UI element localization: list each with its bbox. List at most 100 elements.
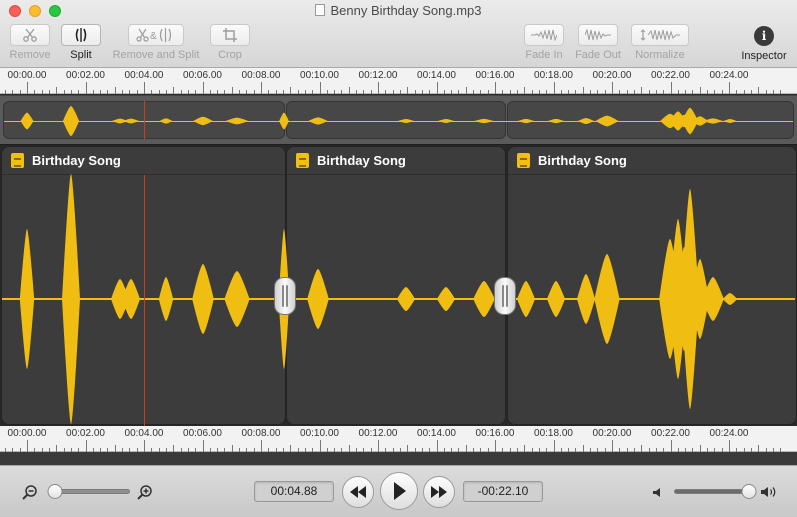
ruler-tick [246,90,247,94]
fade-in-label: Fade In [525,49,563,61]
overview-waveform [4,106,793,136]
normalize-button[interactable]: Normalize [630,24,690,61]
ruler-tick [780,90,781,94]
ruler-tick [583,87,584,94]
ruler-tick [20,90,21,94]
ruler-tick [707,90,708,94]
ruler-tick [371,90,372,94]
fast-forward-button[interactable] [423,476,455,508]
volume-slider-knob[interactable] [741,484,757,499]
waveform-peak [577,274,595,324]
elapsed-time: 00:04.88 [254,481,334,502]
ruler-time-label: 00:18.00 [534,428,573,439]
ruler-tick [100,90,101,94]
ruler-tick [437,440,438,452]
remove-button[interactable]: Remove [8,24,52,61]
ruler-tick [612,82,613,94]
ruler-tick [656,90,657,94]
ruler-tick [320,440,321,452]
ruler-tick [385,90,386,94]
ruler-tick [597,90,598,94]
remove-and-split-label: Remove and Split [112,49,200,61]
ruler-tick [634,90,635,94]
ruler-tick [349,445,350,452]
play-button[interactable] [380,472,418,510]
ruler-tick [363,90,364,94]
fade-out-label: Fade Out [575,49,621,61]
waveform-peak [437,287,455,311]
timeline-ruler-bottom[interactable]: 00:00.00 00:02.00 00:04.00 00:06.00 00:08.00… [0,426,797,452]
ruler-time-label: 00:12.00 [358,70,398,81]
ruler-tick [488,90,489,94]
ruler-tick [203,440,204,452]
ruler-tick [290,445,291,452]
ruler-time-label: 00:22.00 [651,70,690,81]
ruler-tick [276,90,277,94]
ruler-tick [466,87,467,94]
crop-icon [210,24,250,46]
fade-out-button[interactable]: Fade Out [574,24,622,61]
ruler-tick [268,90,269,94]
ruler-tick [495,440,496,452]
ruler-tick [554,440,555,452]
waveform-peak [192,264,214,334]
split-button[interactable]: Split [60,24,102,61]
ruler-tick [561,90,562,94]
zoom-slider-knob[interactable] [47,484,63,499]
volume-slider[interactable] [674,484,757,499]
ruler-tick [210,90,211,94]
ruler-tick [378,82,379,94]
ruler-tick [181,90,182,94]
crop-button[interactable]: Crop [208,24,252,61]
ruler-time-label: 00:08.00 [241,70,281,81]
ruler-time-label: 00:22.00 [651,428,690,439]
fade-in-button[interactable]: Fade In [522,24,566,61]
ruler-tick [5,90,6,94]
ruler-tick [12,90,13,94]
zoom-in-icon[interactable] [137,484,153,500]
timeline-ruler-top[interactable]: 00:00.00 00:02.00 00:04.00 00:06.00 00:08.00… [0,68,797,94]
zoom-slider[interactable] [47,484,130,499]
ruler-tick [305,90,306,94]
inspector-button[interactable]: i Inspector [738,26,790,62]
ruler-tick [86,82,87,94]
volume-low-icon [653,488,660,497]
track-area[interactable]: Birthday Song Birthday Song Birthday Son… [0,145,797,426]
remove-and-split-button[interactable]: & Remove and Split [110,24,202,61]
crossfade-handle-2[interactable] [494,277,516,315]
play-icon [394,482,406,500]
overview-peak [517,118,535,124]
zoom-out-icon[interactable] [22,484,38,500]
waveform-peak [594,254,620,344]
ruler-time-label: 00:18.00 [534,70,573,81]
ruler-tick [495,82,496,94]
ruler-tick [605,90,606,94]
waveform-peak [547,281,565,317]
ruler-tick [758,87,759,94]
ruler-tick [612,440,613,452]
waveform-peak [473,281,495,317]
ruler-tick [27,82,28,94]
overview-peak [474,118,494,124]
overview-peak [437,119,455,123]
ruler-tick [480,90,481,94]
playhead[interactable] [144,175,145,426]
waveform-peak [19,229,35,369]
overview-peak [703,118,723,124]
ruler-time-label: 00:00.00 [7,428,47,439]
waveform-overview[interactable] [0,95,797,145]
ruler-tick [444,90,445,94]
ruler-tick [137,90,138,94]
ruler-tick [473,90,474,94]
ruler-tick [349,87,350,94]
ruler-tick [122,90,123,94]
ruler-tick [466,445,467,452]
crossfade-handle-1[interactable] [274,277,296,315]
rewind-button[interactable] [342,476,374,508]
ruler-tick [663,90,664,94]
ruler-tick [64,90,65,94]
overview-peak [122,118,140,124]
ruler-tick [254,90,255,94]
ruler-tick [568,90,569,94]
ruler-tick [729,440,730,452]
